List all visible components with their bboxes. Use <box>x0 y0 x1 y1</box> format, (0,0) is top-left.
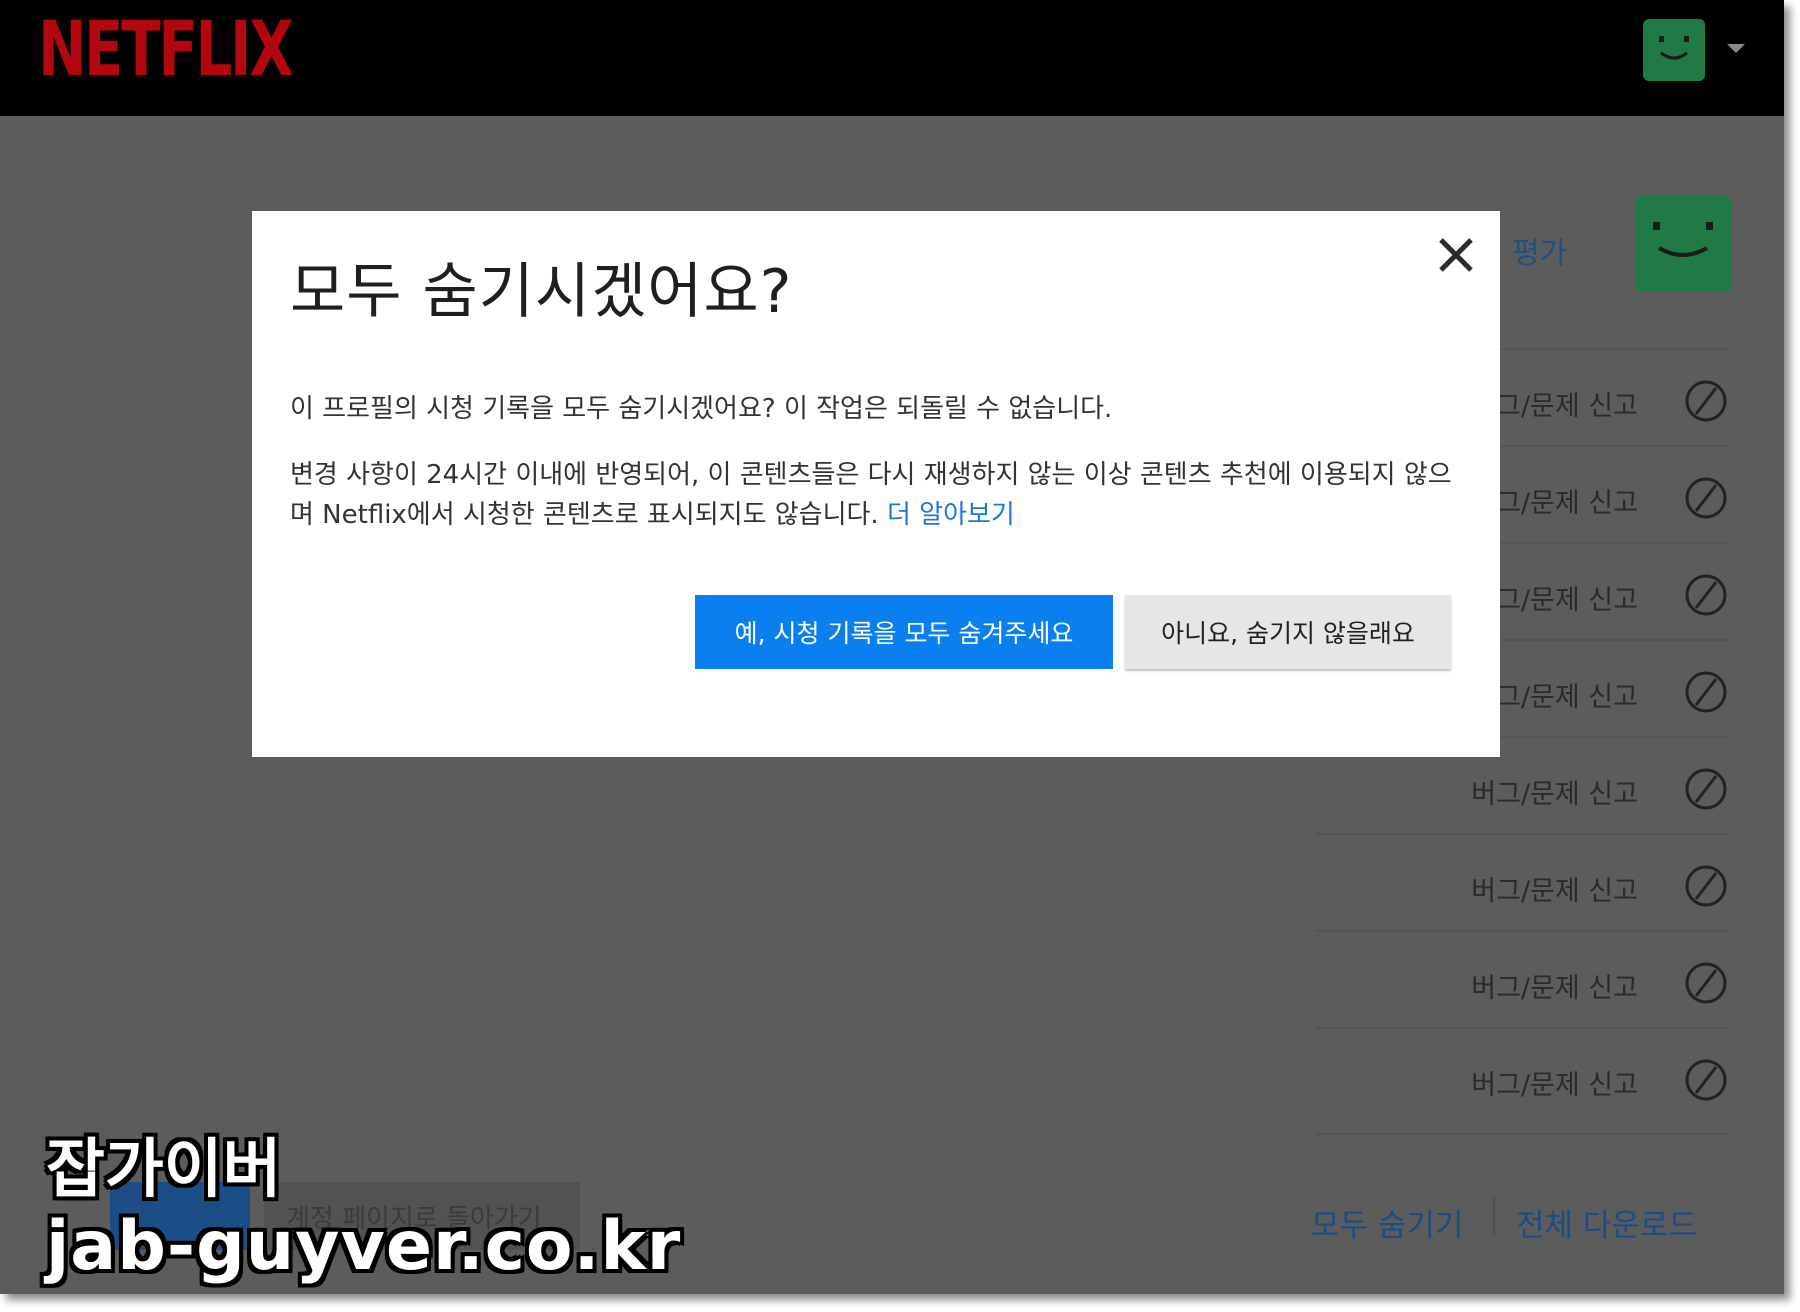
history-row: 버그/문제 신고 <box>1316 930 1728 1029</box>
profile-avatar-icon[interactable] <box>1643 19 1705 81</box>
dialog-title: 모두 숨기시겠어요? <box>290 257 793 327</box>
top-navigation-bar: NETFLIX <box>0 0 1784 116</box>
hide-all-confirm-dialog: 모두 숨기시겠어요? 이 프로필의 시청 기록을 모두 숨기시겠어요? 이 작업… <box>252 211 1500 757</box>
history-row: 버그/문제 신고 <box>1316 833 1728 932</box>
hide-ban-icon[interactable] <box>1684 379 1728 423</box>
report-issue-link[interactable]: 버그/문제 신고 <box>1471 869 1638 908</box>
hide-ban-icon[interactable] <box>1684 961 1728 1005</box>
history-row: 버그/문제 신고 <box>1316 1027 1728 1126</box>
hide-ban-icon[interactable] <box>1684 476 1728 520</box>
rows-divider <box>1316 1133 1728 1135</box>
learn-more-link[interactable]: 더 알아보기 <box>887 500 1015 530</box>
report-issue-link[interactable]: 버그/문제 신고 <box>1471 772 1638 811</box>
watermark-url: jab-guyver.co.kr <box>46 1207 682 1286</box>
dialog-message: 이 프로필의 시청 기록을 모두 숨기시겠어요? 이 작업은 되돌릴 수 없습니… <box>290 394 1113 424</box>
dialog-detail-text: 변경 사항이 24시간 이내에 반영되어, 이 콘텐츠들은 다시 재생하지 않는… <box>290 460 1452 530</box>
hide-ban-icon[interactable] <box>1684 670 1728 714</box>
watermark: 잡가이버 jab-guyver.co.kr <box>46 1133 681 1287</box>
report-issue-link[interactable]: 버그/문제 신고 <box>1471 1063 1638 1102</box>
cancel-button[interactable]: 아니요, 숨기지 않을래요 <box>1125 595 1451 669</box>
chevron-down-icon[interactable] <box>1727 44 1745 53</box>
hide-ban-icon[interactable] <box>1684 1058 1728 1102</box>
rate-label[interactable]: 평가 <box>1512 228 1567 272</box>
hide-all-link[interactable]: 모두 숨기기 <box>1311 1200 1463 1245</box>
hide-ban-icon[interactable] <box>1684 767 1728 811</box>
dialog-detail: 변경 사항이 24시간 이내에 반영되어, 이 콘텐츠들은 다시 재생하지 않는… <box>290 455 1460 535</box>
netflix-logo[interactable]: NETFLIX <box>38 4 294 93</box>
app-window: NETFLIX 평가 버그/문제 신고 버그/문제 신고 버그/문제 신고 버그… <box>0 0 1784 1294</box>
profile-avatar-large-icon <box>1635 196 1731 292</box>
watermark-title: 잡가이버 <box>46 1133 282 1207</box>
close-icon[interactable] <box>1436 235 1476 275</box>
hide-ban-icon[interactable] <box>1684 573 1728 617</box>
hide-ban-icon[interactable] <box>1684 864 1728 908</box>
report-issue-link[interactable]: 버그/문제 신고 <box>1471 966 1638 1005</box>
confirm-hide-all-button[interactable]: 예, 시청 기록을 모두 숨겨주세요 <box>695 595 1113 669</box>
link-separator <box>1493 1198 1495 1234</box>
download-all-link[interactable]: 전체 다운로드 <box>1516 1200 1697 1245</box>
